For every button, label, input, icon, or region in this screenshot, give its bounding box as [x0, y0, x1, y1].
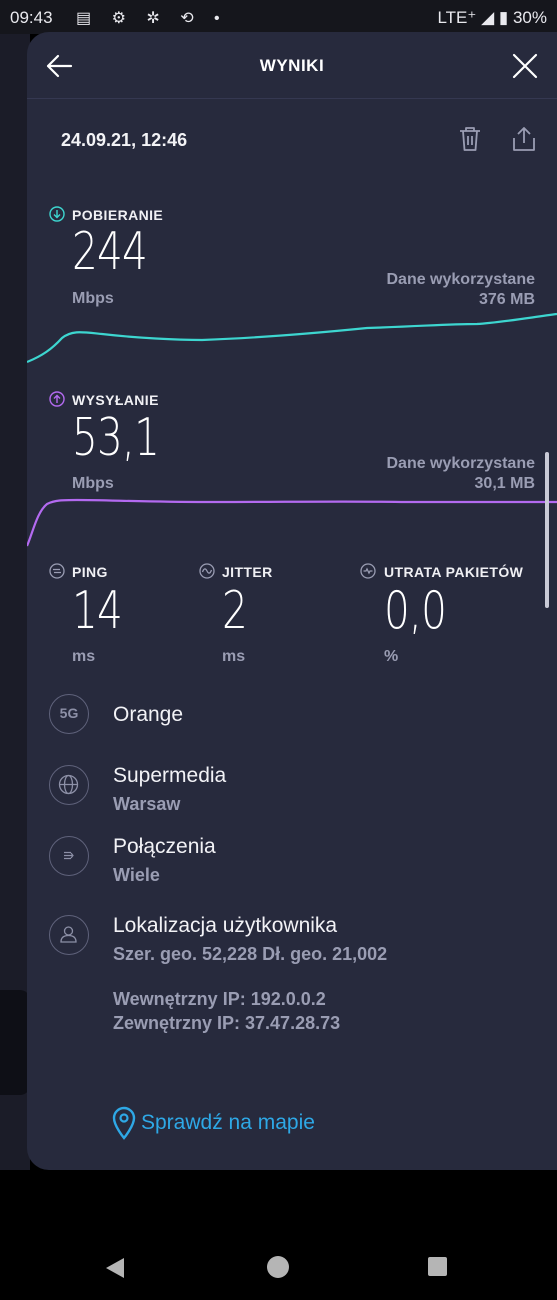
- background-app-card: [0, 990, 30, 1095]
- jitter-unit: ms: [222, 648, 246, 665]
- provider-name: Orange: [113, 703, 184, 726]
- connections-icon: [49, 836, 89, 876]
- location-coordinates: Szer. geo. 52,228 Dł. geo. 21,002: [113, 944, 388, 964]
- trash-icon[interactable]: [458, 126, 482, 152]
- nav-back-icon[interactable]: [104, 1256, 128, 1280]
- network-label: LTE⁺: [437, 8, 477, 27]
- status-right: LTE⁺ ◢ ▮ 30%: [437, 8, 547, 28]
- packet-loss-value: 0,0: [384, 581, 447, 641]
- connections-title: Połączenia: [113, 835, 216, 858]
- notification-icons: ▤ ⚙ ✲ ⟲ •: [76, 10, 228, 27]
- network-5g-text: 5G: [59, 705, 79, 721]
- nav-recents-icon[interactable]: [428, 1257, 447, 1276]
- packet-loss-label: UTRATA PAKIETÓW: [384, 564, 524, 580]
- scrollbar[interactable]: [545, 452, 549, 608]
- upload-label: WYSYŁANIE: [72, 392, 159, 408]
- user-icon: [49, 915, 89, 955]
- packet-loss-unit: %: [384, 648, 399, 665]
- close-icon[interactable]: [512, 53, 538, 79]
- ping-icon: [49, 563, 65, 579]
- external-ip: Zewnętrzny IP: 37.47.28.73: [113, 1013, 341, 1033]
- arrow-up-circle-icon: [49, 391, 65, 407]
- status-time: 09:43: [10, 8, 53, 27]
- arrow-down-circle-icon: [49, 206, 65, 222]
- server-name: Supermedia: [113, 764, 227, 787]
- download-label: POBIERANIE: [72, 207, 164, 223]
- packet-loss-icon: [360, 563, 376, 579]
- page-title: WYNIKI: [259, 56, 325, 75]
- upload-graph: [27, 498, 557, 547]
- ping-unit: ms: [72, 648, 96, 665]
- ping-value: 14: [72, 581, 123, 641]
- network-5g-icon: 5G: [49, 694, 89, 734]
- globe-icon: [49, 765, 89, 805]
- download-value: 244: [72, 222, 148, 282]
- results-sheet: WYNIKI 24.09.21, 12:46 POBIERANIE 244 Mb…: [27, 32, 557, 1170]
- download-data-used-label: Dane wykorzystane: [386, 271, 535, 288]
- upload-data-used-label: Dane wykorzystane: [386, 455, 535, 472]
- result-datetime: 24.09.21, 12:46: [61, 130, 188, 150]
- navigation-bar: [0, 1170, 557, 1300]
- battery-level: 30%: [512, 8, 547, 27]
- share-icon[interactable]: [511, 126, 537, 152]
- status-bar: 09:43 ▤ ⚙ ✲ ⟲ • LTE⁺ ◢ ▮ 30%: [0, 0, 557, 34]
- download-graph: [27, 312, 557, 364]
- jitter-icon: [199, 563, 215, 579]
- connections-mode: Wiele: [113, 865, 160, 885]
- battery-icon: ▮: [498, 8, 509, 27]
- nav-home-icon[interactable]: [267, 1256, 289, 1278]
- jitter-value: 2: [222, 581, 248, 641]
- jitter-label: JITTER: [222, 564, 273, 580]
- internal-ip: Wewnętrzny IP: 192.0.0.2: [113, 989, 326, 1009]
- signal-icon: ◢: [481, 8, 495, 27]
- check-on-map-label: Sprawdź na mapie: [141, 1111, 315, 1134]
- upload-value: 53,1: [72, 408, 160, 468]
- location-title: Lokalizacja użytkownika: [113, 914, 338, 937]
- map-pin-icon: [112, 1106, 136, 1140]
- header: WYNIKI: [27, 32, 557, 99]
- ping-label: PING: [72, 564, 108, 580]
- server-location: Warsaw: [113, 794, 181, 814]
